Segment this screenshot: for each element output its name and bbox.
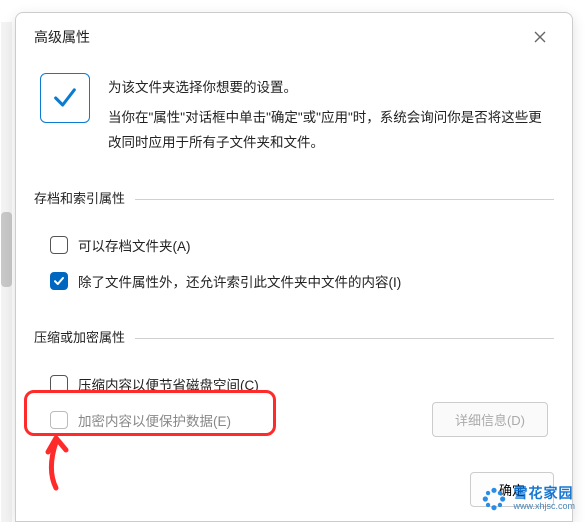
details-button: 详细信息(D) (432, 402, 548, 437)
index-checkbox[interactable] (50, 272, 68, 290)
compress-group-title: 压缩或加密属性 (34, 327, 554, 352)
compress-checkbox[interactable] (50, 375, 68, 393)
watermark-url: www.xhjsc.com (513, 502, 575, 512)
advanced-attributes-dialog: 高级属性 为该文件夹选择你想要的设置。 当你在"属性"对话框中单击"确定"或"应… (15, 12, 573, 522)
archive-index-group: 存档和索引属性 可以存档文件夹(A) 除了文件属性外，还允许索引此文件夹中文件的… (34, 188, 554, 317)
close-button[interactable] (522, 23, 558, 51)
close-icon (534, 31, 546, 43)
archive-checkbox[interactable] (50, 236, 68, 254)
archive-label: 可以存档文件夹(A) (78, 235, 191, 255)
archive-checkbox-row[interactable]: 可以存档文件夹(A) (50, 227, 548, 263)
dialog-content: 为该文件夹选择你想要的设置。 当你在"属性"对话框中单击"确定"或"应用"时，系… (16, 59, 572, 456)
background-scrollbar (1, 22, 12, 522)
titlebar: 高级属性 (16, 13, 572, 59)
header-line-2: 当你在"属性"对话框中单击"确定"或"应用"时，系统会询问你是否将这些更改同时应… (108, 105, 554, 156)
header-line-1: 为该文件夹选择你想要的设置。 (108, 75, 554, 101)
watermark-name: 雪花家园 (513, 486, 575, 501)
watermark-logo-icon (481, 486, 507, 512)
encrypt-checkbox-row: 加密内容以便保护数据(E) (50, 402, 231, 438)
compress-label: 压缩内容以便节省磁盘空间(C) (78, 374, 259, 394)
index-checkbox-row[interactable]: 除了文件属性外，还允许索引此文件夹中文件的内容(I) (50, 263, 548, 299)
encrypt-label: 加密内容以便保护数据(E) (78, 410, 231, 430)
index-label: 除了文件属性外，还允许索引此文件夹中文件的内容(I) (78, 271, 401, 291)
header-text: 为该文件夹选择你想要的设置。 当你在"属性"对话框中单击"确定"或"应用"时，系… (108, 73, 554, 160)
compress-checkbox-row[interactable]: 压缩内容以便节省磁盘空间(C) (50, 366, 548, 402)
checkmark-icon (53, 275, 65, 287)
encrypt-checkbox (50, 411, 68, 429)
settings-check-icon (40, 73, 90, 123)
compress-encrypt-group: 压缩或加密属性 压缩内容以便节省磁盘空间(C) 加密内容以便保护数据(E) 详细… (34, 327, 554, 456)
archive-group-title: 存档和索引属性 (34, 188, 554, 213)
dialog-title: 高级属性 (34, 27, 90, 47)
watermark: 雪花家园 www.xhjsc.com (481, 486, 575, 512)
header-section: 为该文件夹选择你想要的设置。 当你在"属性"对话框中单击"确定"或"应用"时，系… (34, 67, 554, 178)
